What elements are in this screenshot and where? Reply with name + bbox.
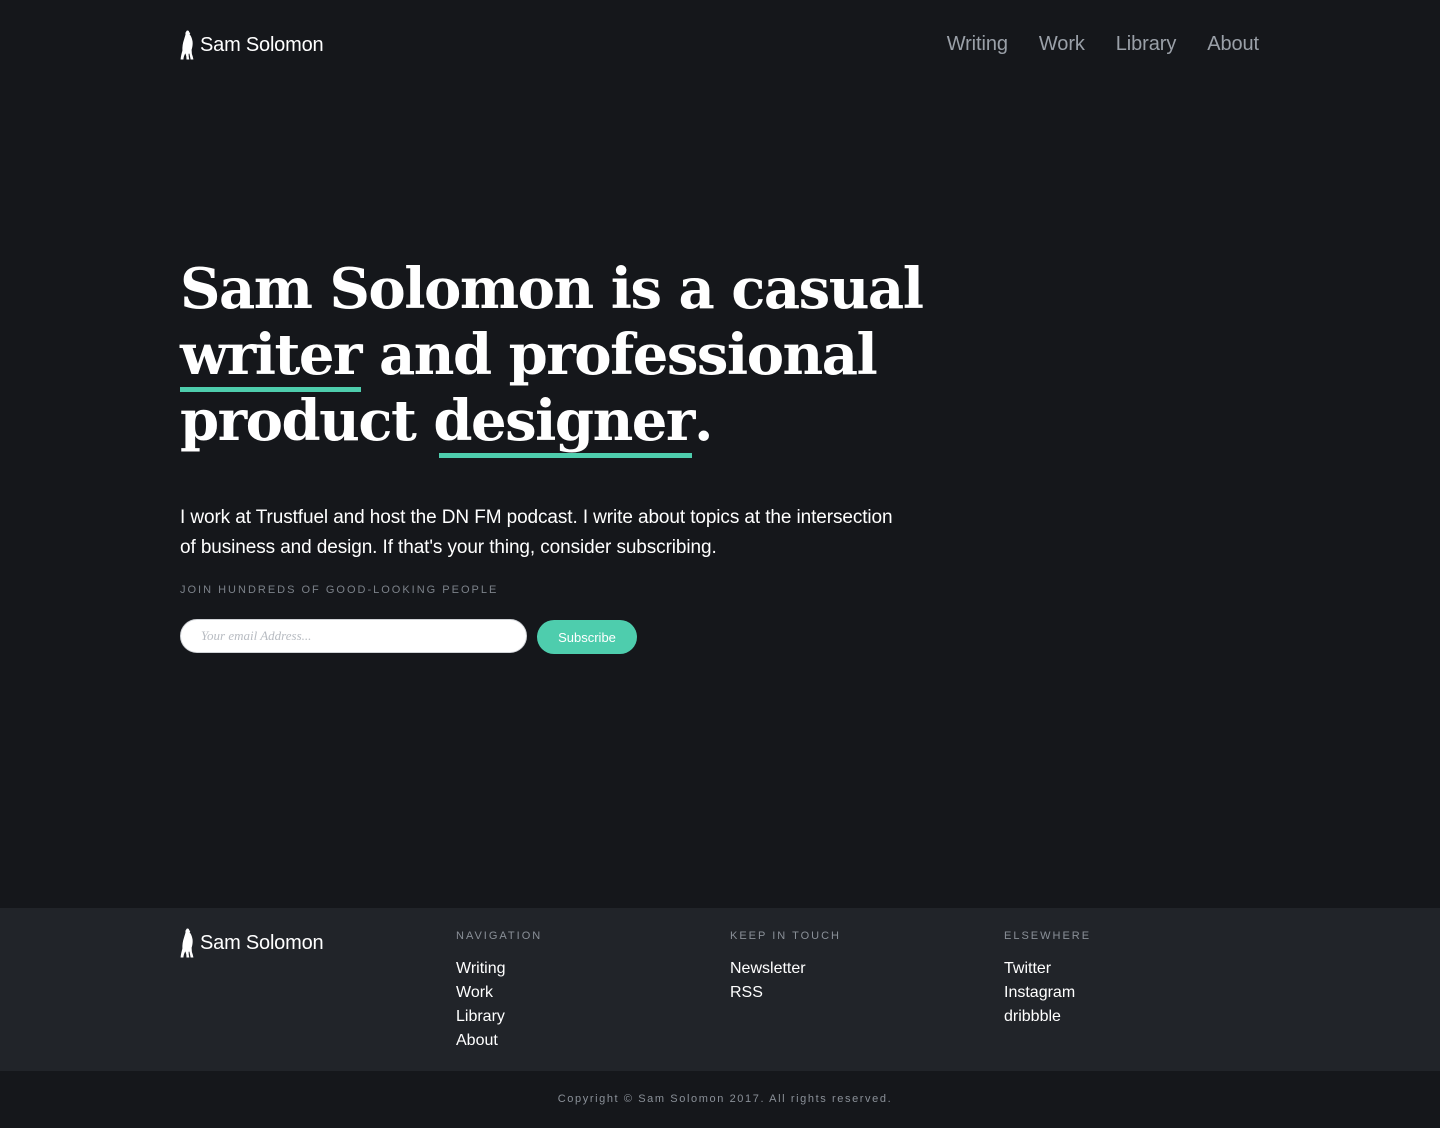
hero-title: Sam Solomon is a casual writer and profes… <box>180 256 940 458</box>
main-nav: Writing Work Library About <box>947 33 1259 56</box>
copyright-bar: Copyright © Sam Solomon 2017. All rights… <box>0 1071 1440 1128</box>
bear-icon <box>180 928 194 958</box>
nav-link-work[interactable]: Work <box>1039 33 1085 56</box>
highlight-word-designer: designer <box>433 388 695 458</box>
footer-link-about[interactable]: About <box>456 1029 542 1053</box>
footer-link-writing[interactable]: Writing <box>456 957 542 981</box>
footer-column-navigation: NAVIGATION Writing Work Library About <box>456 930 542 1053</box>
brand-logo-link[interactable]: Sam Solomon <box>180 30 324 60</box>
hero-title-line-3: product <box>180 388 434 454</box>
nav-link-about[interactable]: About <box>1207 33 1259 56</box>
footer-heading-keep-in-touch: KEEP IN TOUCH <box>730 930 841 942</box>
nav-link-library[interactable]: Library <box>1116 33 1177 56</box>
footer-link-rss[interactable]: RSS <box>730 981 841 1005</box>
hero-title-period: . <box>693 388 714 454</box>
footer-link-library[interactable]: Library <box>456 1005 542 1029</box>
intro-paragraph: I work at Trustfuel and host the DN FM p… <box>180 507 893 558</box>
footer-column-elsewhere: ELSEWHERE Twitter Instagram dribbble <box>1004 930 1091 1029</box>
brand-name: Sam Solomon <box>200 33 324 56</box>
footer-heading-navigation: NAVIGATION <box>456 930 543 942</box>
footer-link-dribbble[interactable]: dribbble <box>1004 1005 1091 1029</box>
newsletter-label: JOIN HUNDREDS OF GOOD-LOOKING PEOPLE <box>180 584 499 596</box>
subscribe-button[interactable]: Subscribe <box>537 620 637 654</box>
copyright-text: Copyright © Sam Solomon 2017. All rights… <box>557 1093 893 1105</box>
footer-link-work[interactable]: Work <box>456 981 542 1005</box>
bear-icon <box>180 30 194 60</box>
site-header: Sam Solomon Writing Work Library About <box>0 0 1440 92</box>
footer-column-keep-in-touch: KEEP IN TOUCH Newsletter RSS <box>730 930 841 1005</box>
highlight-word-writer: writer <box>180 322 362 392</box>
footer-brand-link[interactable]: Sam Solomon <box>180 928 324 958</box>
footer-heading-elsewhere: ELSEWHERE <box>1004 930 1092 942</box>
footer-link-instagram[interactable]: Instagram <box>1004 981 1091 1005</box>
hero-title-line-2: and professional <box>360 322 878 388</box>
footer-link-twitter[interactable]: Twitter <box>1004 957 1091 981</box>
footer-brand-name: Sam Solomon <box>200 931 324 954</box>
nav-link-writing[interactable]: Writing <box>947 33 1008 56</box>
email-input[interactable] <box>180 619 527 653</box>
footer-link-newsletter[interactable]: Newsletter <box>730 957 841 981</box>
hero-title-line-1: Sam Solomon is a casual <box>180 256 924 322</box>
site-footer: Sam Solomon NAVIGATION Writing Work Libr… <box>0 908 1440 1071</box>
